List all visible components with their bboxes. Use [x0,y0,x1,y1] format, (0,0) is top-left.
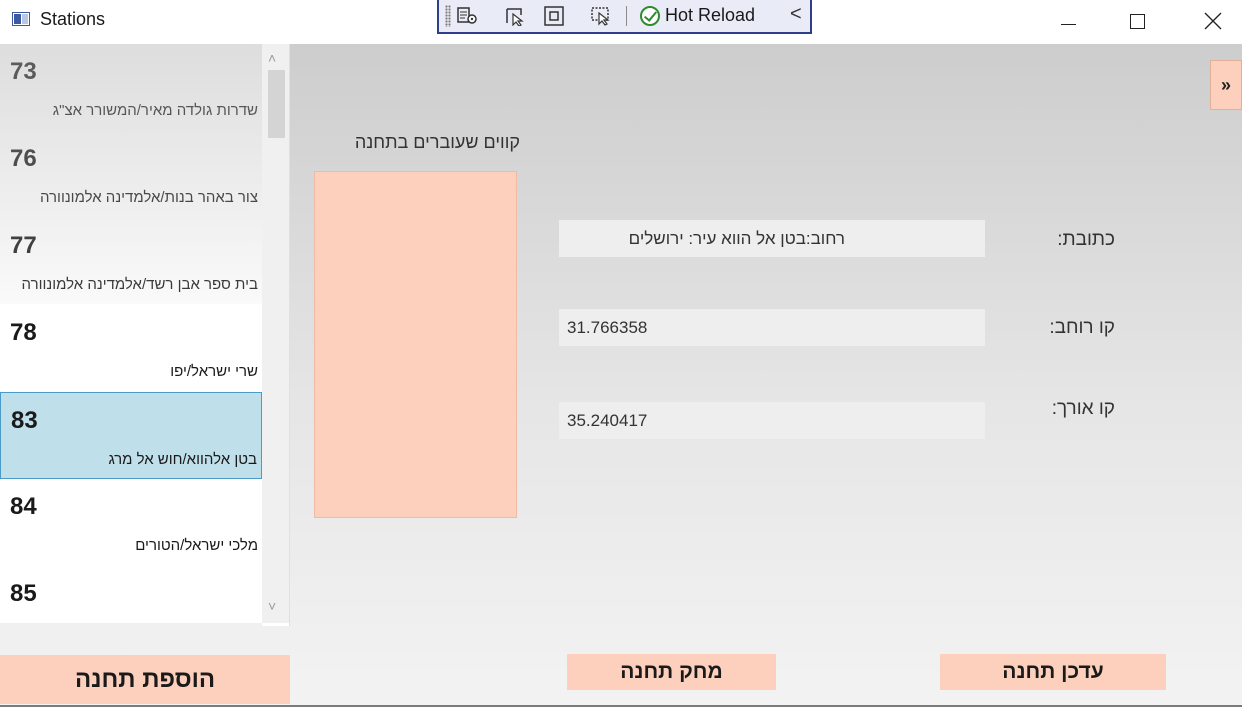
lines-through-station-label: קווים שעוברים בתחנה [354,132,520,152]
track-focus-icon[interactable] [589,5,613,27]
station-number: 78 [10,319,37,346]
address-label: כתובת: [1057,229,1115,250]
station-item[interactable]: 77 בית ספר אבן רשד/אלמדינה אלמונוורה [0,218,262,305]
station-name: צור באהר בנות/אלמדינה אלמונוורה [39,189,258,206]
lines-list[interactable] [314,171,517,518]
side-panel-toggle-button[interactable]: » [1210,60,1242,110]
hot-reload-label[interactable]: Hot Reload [665,5,755,26]
station-item[interactable]: 78 שרי ישראל/יפו [0,305,262,392]
title-bar: Stations Hot Reload < [0,0,1242,44]
collapse-toolbar-button[interactable]: < [790,3,802,26]
minimize-button[interactable] [1048,6,1088,36]
toolbar-separator [626,6,627,26]
station-name: מלכי ישראל/הטורים [135,537,258,554]
horizontal-scrollbar[interactable]: < > [0,623,262,626]
hot-reload-toolbar [437,0,812,34]
check-circle-icon[interactable] [640,6,660,26]
longitude-label: קו אורך: [1051,398,1115,419]
station-number: 85 [10,580,37,607]
layout-adorner-icon[interactable] [542,5,566,27]
scroll-up-icon[interactable]: ˄ [268,50,276,66]
station-name: שדרות גולדה מאיר/המשורר אצ"ג [52,102,258,119]
update-station-button[interactable]: עדכן תחנה [940,654,1166,690]
vertical-scrollbar[interactable]: ˄ ˅ [262,44,289,623]
station-number: 77 [10,232,37,259]
address-field: רחוב:בטן אל הווא עיר: ירושלים [559,220,985,257]
window-title: Stations [40,9,106,29]
latitude-label: קו רוחב: [1049,317,1115,338]
close-icon [1204,12,1222,30]
station-item[interactable]: 84 מלכי ישראל/הטורים [0,479,262,566]
pointer-icon[interactable] [504,5,528,27]
grip-icon[interactable] [445,5,451,27]
station-name: בית ספר אבן רשד/אלמדינה אלמונוורה [21,276,258,293]
select-element-icon[interactable] [455,5,479,27]
station-number: 84 [10,493,37,520]
station-number: 83 [11,407,38,434]
scroll-right-icon[interactable]: > [240,625,249,626]
scroll-down-icon[interactable]: ˅ [268,598,276,614]
station-name: שרי ישראל/יפו [170,363,258,380]
minimize-icon [1060,23,1076,25]
add-station-button[interactable]: הוספת תחנה [0,655,290,704]
delete-station-button[interactable]: מחק תחנה [567,654,776,690]
scroll-left-icon[interactable]: < [10,625,19,626]
close-button[interactable] [1193,6,1233,36]
station-name: בטן אלהווא/חוש אל מרג [108,451,257,468]
maximize-button[interactable] [1117,6,1157,36]
longitude-field: 35.240417 [559,402,985,439]
window-content: 73 שדרות גולדה מאיר/המשורר אצ"ג 76 צור ב… [0,44,1242,707]
maximize-icon [1129,13,1145,29]
station-item[interactable]: 85 [0,566,262,623]
station-number: 76 [10,145,37,172]
station-number: 73 [10,58,37,85]
station-item[interactable]: 76 צור באהר בנות/אלמדינה אלמונוורה [0,131,262,218]
vertical-scroll-thumb[interactable] [268,70,285,138]
stations-list[interactable]: 73 שדרות גולדה מאיר/המשורר אצ"ג 76 צור ב… [0,44,290,626]
station-item-selected[interactable]: 83 בטן אלהווא/חוש אל מרג [0,392,262,479]
stations-list-items: 73 שדרות גולדה מאיר/המשורר אצ"ג 76 צור ב… [0,44,262,623]
station-item[interactable]: 73 שדרות גולדה מאיר/המשורר אצ"ג [0,44,262,131]
latitude-field: 31.766358 [559,309,985,346]
window-app-icon [12,12,30,26]
